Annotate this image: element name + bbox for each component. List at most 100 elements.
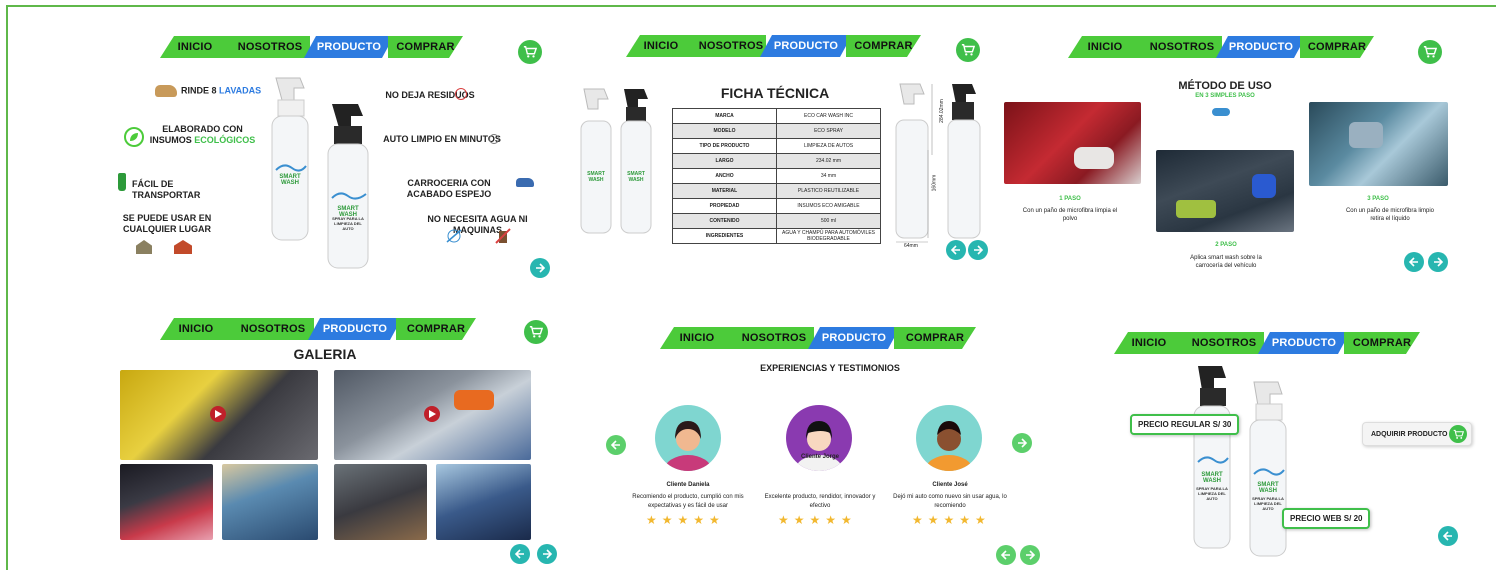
nav-inicio[interactable]: INICIO (660, 327, 734, 349)
nav-comprar[interactable]: COMPRAR (846, 35, 921, 57)
star-rating: ★★★★★ (912, 513, 991, 527)
spec-value: AGUA Y CHAMPÚ PARA AUTOMÓVILES BIODEGRAD… (776, 228, 881, 244)
spec-value: LIMPIEZA DE AUTOS (776, 138, 881, 154)
testimonial-name: Cliente Jorge (800, 454, 839, 460)
nav-producto[interactable]: PRODUCTO (308, 318, 402, 340)
gallery-video-2[interactable] (334, 370, 531, 460)
bottle-brand: SMART WASH (587, 171, 605, 183)
cart-button[interactable] (524, 320, 548, 344)
nav-comprar[interactable]: COMPRAR (1344, 332, 1420, 354)
cart-icon (1423, 46, 1437, 58)
step-3-title: 3 PASO (1367, 196, 1389, 202)
spec-key: PROPIEDAD (672, 198, 777, 214)
nav-inicio[interactable]: INICIO (160, 36, 230, 58)
nav-producto[interactable]: PRODUCTO (304, 36, 394, 58)
panel-features: INICIO NOSOTROS PRODUCTO COMPRAR RINDE 8… (100, 30, 560, 300)
feature-transportar: FÁCIL DE TRANSPORTAR (132, 179, 201, 200)
next-button[interactable] (1428, 252, 1448, 272)
spec-key: LARGO (672, 153, 777, 169)
testimonial-text: Dejó mi auto como nuevo sin usar agua, l… (893, 494, 1007, 509)
next-button[interactable] (537, 544, 557, 564)
prev-button[interactable] (606, 435, 626, 455)
no-water-icon (445, 228, 463, 244)
product-bottle-black: SMART WASH SPRAY PARA LA LIMPIEZA DEL AU… (1190, 362, 1234, 552)
gallery-photo-3 (334, 464, 427, 540)
spec-value: ECO SPRAY (776, 123, 881, 139)
cart-button[interactable] (956, 38, 980, 62)
nav-producto[interactable]: PRODUCTO (1216, 36, 1306, 58)
prev-button-bottom[interactable] (996, 545, 1016, 565)
nav-bar: INICIO NOSOTROS PRODUCTO COMPRAR (1114, 332, 1420, 354)
nav-nosotros[interactable]: NOSOTROS (232, 318, 314, 340)
spec-value: 34 mm (776, 168, 881, 184)
nav-inicio[interactable]: INICIO (1068, 36, 1142, 58)
star-rating: ★★★★★ (778, 513, 857, 527)
cart-button[interactable] (518, 40, 542, 64)
nav-producto[interactable]: PRODUCTO (760, 35, 852, 57)
arrow-left-icon (1000, 550, 1010, 560)
nav-nosotros[interactable]: NOSOTROS (1142, 36, 1222, 58)
metodo-subtitle: EN 3 SIMPLES PASO (1195, 93, 1255, 99)
panel-ficha-tecnica: INICIO NOSOTROS PRODUCTO COMPRAR SMART W… (570, 30, 1020, 300)
nav-producto[interactable]: PRODUCTO (1258, 332, 1350, 354)
feature-no-agua: NO NECESITA AGUA NI MAQUINAS (427, 214, 528, 235)
bottle-brand: SMART WASH (1201, 472, 1223, 484)
nav-inicio[interactable]: INICIO (626, 35, 696, 57)
step-3-text: Con un paño de microfibra limpio retira … (1345, 208, 1435, 222)
prev-button[interactable] (1438, 526, 1458, 546)
panel-testimonios: INICIO NOSOTROS PRODUCTO COMPRAR EXPERIE… (600, 315, 1050, 570)
next-button-bottom[interactable] (1020, 545, 1040, 565)
car-wash-icon (155, 85, 177, 97)
panel-metodo-uso: INICIO NOSOTROS PRODUCTO COMPRAR MÉTODO … (1000, 30, 1460, 300)
play-icon[interactable] (424, 406, 440, 422)
nav-nosotros[interactable]: NOSOTROS (1184, 332, 1264, 354)
feature-auto-limpio: AUTO LIMPIO EN MINUTOS (383, 134, 501, 144)
gallery-video-1[interactable] (120, 370, 318, 460)
metodo-title: MÉTODO DE USO (1178, 80, 1272, 92)
dim-body-label: 160mm (931, 174, 938, 192)
house-icon (136, 240, 152, 254)
nav-inicio[interactable]: INICIO (160, 318, 232, 340)
feature-rinde: RINDE 8 LAVADAS (155, 85, 265, 97)
spec-value: 500 ml (776, 213, 881, 229)
ficha-title: FICHA TÉCNICA (720, 85, 830, 101)
spec-value: ECO CAR WASH INC (776, 108, 881, 124)
step-2-text: Aplica smart wash sobre la carrocería de… (1190, 255, 1262, 269)
nav-inicio[interactable]: INICIO (1114, 332, 1184, 354)
dim-width-label: 64mm (904, 243, 918, 249)
buy-button[interactable]: ADQUIRIR PRODUCTO (1362, 422, 1472, 446)
prev-button[interactable] (1404, 252, 1424, 272)
prev-button[interactable] (510, 544, 530, 564)
spec-key: ANCHO (672, 168, 777, 184)
gallery-photo-1 (120, 464, 213, 540)
step-1-photo (1004, 102, 1141, 184)
feature-no-residuos: NO DEJA RESIDUOS (385, 90, 475, 100)
nav-bar: INICIO NOSOTROS PRODUCTO COMPRAR (1068, 36, 1374, 58)
prev-button[interactable] (946, 240, 966, 260)
nav-comprar[interactable]: COMPRAR (894, 327, 976, 349)
product-bottle-dimensions: 284.02mm 160mm 64mm (892, 80, 1002, 250)
bottle-tagline: SPRAY PARA LA LIMPIEZA DEL AUTO (1252, 496, 1284, 511)
nav-comprar[interactable]: COMPRAR (396, 318, 476, 340)
cart-button[interactable] (1418, 40, 1442, 64)
testimonial-name: Cliente José (932, 482, 968, 488)
next-button[interactable] (1012, 433, 1032, 453)
nav-nosotros[interactable]: NOSOTROS (230, 36, 310, 58)
spec-row: MARCA ECO CAR WASH INC (672, 108, 881, 124)
product-bottle-white: SMART WASH (268, 70, 312, 242)
nav-comprar[interactable]: COMPRAR (1300, 36, 1374, 58)
next-button[interactable] (968, 240, 988, 260)
nav-comprar[interactable]: COMPRAR (388, 36, 463, 58)
galeria-title: GALERIA (293, 346, 357, 362)
nav-nosotros[interactable]: NOSOTROS (734, 327, 814, 349)
spec-row: INGREDIENTES AGUA Y CHAMPÚ PARA AUTOMÓVIL… (672, 228, 881, 244)
play-icon[interactable] (210, 406, 226, 422)
spec-row: TIPO DE PRODUCTO LIMPIEZA DE AUTOS (672, 138, 881, 154)
testimonial-name: Cliente Daniela (666, 482, 710, 488)
step-1-title: 1 PASO (1059, 196, 1081, 202)
spec-row: MODELO ECO SPRAY (672, 123, 881, 139)
nav-producto[interactable]: PRODUCTO (808, 327, 900, 349)
nav-nosotros[interactable]: NOSOTROS (696, 35, 766, 57)
arrow-right-icon (1434, 257, 1444, 267)
next-button[interactable] (530, 258, 550, 278)
